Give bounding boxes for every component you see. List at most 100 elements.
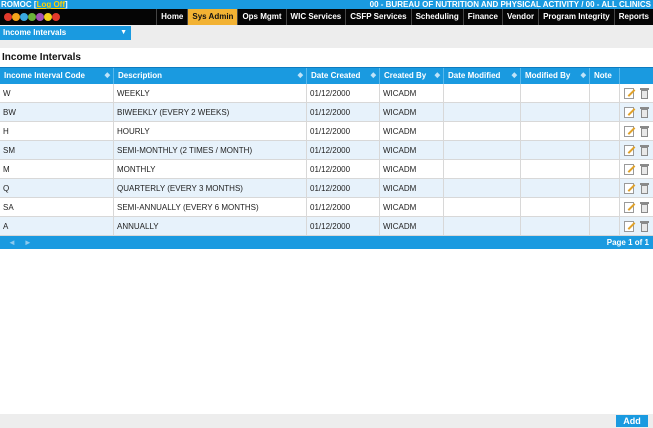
main-nav: Home Sys Admin Ops Mgmt WIC Services CSFP Se… bbox=[156, 9, 653, 25]
column-header-label: Date Created bbox=[311, 71, 361, 80]
nav-item-ops-mgmt[interactable]: Ops Mgmt bbox=[237, 9, 285, 25]
column-header-modified-by[interactable]: Modified By ◆ bbox=[521, 68, 590, 84]
column-header-description[interactable]: Description ◆ bbox=[114, 68, 307, 84]
nav-item-program-integrity[interactable]: Program Integrity bbox=[538, 9, 614, 25]
table-row[interactable]: Q QUARTERLY (EVERY 3 MONTHS) 01/12/2000 WIC… bbox=[0, 179, 653, 198]
edit-icon[interactable] bbox=[624, 221, 634, 232]
row-actions bbox=[620, 122, 653, 140]
prev-page-button[interactable]: ◄ bbox=[8, 238, 16, 247]
cell-note bbox=[590, 179, 620, 197]
table-row[interactable]: SA SEMI-ANNUALLY (EVERY 6 MONTHS) 01/12/20… bbox=[0, 198, 653, 217]
edit-icon[interactable] bbox=[624, 88, 634, 99]
table-row[interactable]: A ANNUALLY 01/12/2000 WICADM bbox=[0, 217, 653, 236]
column-header-label: Note bbox=[594, 71, 612, 80]
sort-icon: ◆ bbox=[511, 72, 517, 79]
grid-header: Income Interval Code ◆ Description ◆ Date Cr… bbox=[0, 67, 653, 84]
cell-code: Q bbox=[0, 179, 114, 197]
edit-icon[interactable] bbox=[624, 145, 634, 156]
table-row[interactable]: M MONTHLY 01/12/2000 WICADM bbox=[0, 160, 653, 179]
column-header-date-modified[interactable]: Date Modified ◆ bbox=[444, 68, 521, 84]
column-header-income-interval-code[interactable]: Income Interval Code ◆ bbox=[0, 68, 114, 84]
cell-code: A bbox=[0, 217, 114, 235]
cell-code: SA bbox=[0, 198, 114, 216]
cell-date-modified bbox=[444, 217, 521, 235]
trash-icon[interactable] bbox=[640, 145, 649, 156]
cell-note bbox=[590, 84, 620, 102]
nav-item-wic-services[interactable]: WIC Services bbox=[285, 9, 346, 25]
column-header-label: Created By bbox=[384, 71, 427, 80]
nav-item-vendor[interactable]: Vendor bbox=[501, 9, 538, 25]
logo-dot bbox=[44, 13, 52, 21]
cell-date-created: 01/12/2000 bbox=[307, 141, 380, 159]
cell-date-created: 01/12/2000 bbox=[307, 198, 380, 216]
column-header-date-created[interactable]: Date Created ◆ bbox=[307, 68, 380, 84]
table-row[interactable]: BW BIWEEKLY (EVERY 2 WEEKS) 01/12/2000 WICA… bbox=[0, 103, 653, 122]
trash-icon[interactable] bbox=[640, 164, 649, 175]
nav-item-csfp-services[interactable]: CSFP Services bbox=[345, 9, 410, 25]
logo-dot bbox=[20, 13, 28, 21]
user-info: ROMOC [Log Off] bbox=[1, 0, 68, 9]
cell-modified-by bbox=[521, 103, 590, 121]
row-actions bbox=[620, 160, 653, 178]
sort-icon: ◆ bbox=[370, 72, 376, 79]
nav-item-scheduling[interactable]: Scheduling bbox=[410, 9, 463, 25]
logo-dot bbox=[28, 13, 36, 21]
column-header-actions bbox=[620, 68, 653, 84]
edit-icon[interactable] bbox=[624, 164, 634, 175]
trash-icon[interactable] bbox=[640, 183, 649, 194]
sort-icon: ◆ bbox=[104, 72, 110, 79]
cell-modified-by bbox=[521, 179, 590, 197]
table-row[interactable]: H HOURLY 01/12/2000 WICADM bbox=[0, 122, 653, 141]
page-selector-dropdown[interactable]: Income Intervals ▼ bbox=[0, 26, 131, 40]
row-actions bbox=[620, 179, 653, 197]
cell-created-by: WICADM bbox=[380, 160, 444, 178]
trash-icon[interactable] bbox=[640, 202, 649, 213]
row-actions bbox=[620, 198, 653, 216]
column-header-label: Description bbox=[118, 71, 163, 80]
cell-created-by: WICADM bbox=[380, 103, 444, 121]
edit-icon[interactable] bbox=[624, 107, 634, 118]
trash-icon[interactable] bbox=[640, 221, 649, 232]
logoff-link[interactable]: Log Off bbox=[37, 0, 65, 9]
grid-pager: ◄ ► Page 1 of 1 bbox=[0, 236, 653, 249]
logo-dot bbox=[52, 13, 60, 21]
cell-date-modified bbox=[444, 160, 521, 178]
cell-date-modified bbox=[444, 122, 521, 140]
cell-note bbox=[590, 122, 620, 140]
cell-description: MONTHLY bbox=[114, 160, 307, 178]
edit-icon[interactable] bbox=[624, 183, 634, 194]
sort-icon: ◆ bbox=[434, 72, 440, 79]
column-header-created-by[interactable]: Created By ◆ bbox=[380, 68, 444, 84]
cell-note bbox=[590, 103, 620, 121]
nav-item-home[interactable]: Home bbox=[156, 9, 187, 25]
nav-item-finance[interactable]: Finance bbox=[462, 9, 502, 25]
cell-description: ANNUALLY bbox=[114, 217, 307, 235]
cell-date-modified bbox=[444, 198, 521, 216]
table-row[interactable]: W WEEKLY 01/12/2000 WICADM bbox=[0, 84, 653, 103]
cell-note bbox=[590, 141, 620, 159]
cell-code: M bbox=[0, 160, 114, 178]
nav-item-reports[interactable]: Reports bbox=[613, 9, 653, 25]
row-actions bbox=[620, 84, 653, 102]
next-page-button[interactable]: ► bbox=[24, 238, 32, 247]
column-header-label: Date Modified bbox=[448, 71, 501, 80]
cell-date-modified bbox=[444, 141, 521, 159]
edit-icon[interactable] bbox=[624, 126, 634, 137]
trash-icon[interactable] bbox=[640, 126, 649, 137]
cell-modified-by bbox=[521, 84, 590, 102]
add-button[interactable]: Add bbox=[616, 415, 648, 427]
income-intervals-grid: Income Interval Code ◆ Description ◆ Date Cr… bbox=[0, 67, 653, 249]
edit-icon[interactable] bbox=[624, 202, 634, 213]
cell-description: SEMI-MONTHLY (2 TIMES / MONTH) bbox=[114, 141, 307, 159]
cell-description: QUARTERLY (EVERY 3 MONTHS) bbox=[114, 179, 307, 197]
cell-date-created: 01/12/2000 bbox=[307, 179, 380, 197]
trash-icon[interactable] bbox=[640, 88, 649, 99]
cell-description: HOURLY bbox=[114, 122, 307, 140]
chevron-down-icon: ▼ bbox=[120, 29, 127, 36]
table-row[interactable]: SM SEMI-MONTHLY (2 TIMES / MONTH) 01/12/20… bbox=[0, 141, 653, 160]
cell-code: SM bbox=[0, 141, 114, 159]
trash-icon[interactable] bbox=[640, 107, 649, 118]
column-header-note[interactable]: Note bbox=[590, 68, 620, 84]
row-actions bbox=[620, 103, 653, 121]
nav-item-sys-admin[interactable]: Sys Admin bbox=[187, 9, 238, 25]
